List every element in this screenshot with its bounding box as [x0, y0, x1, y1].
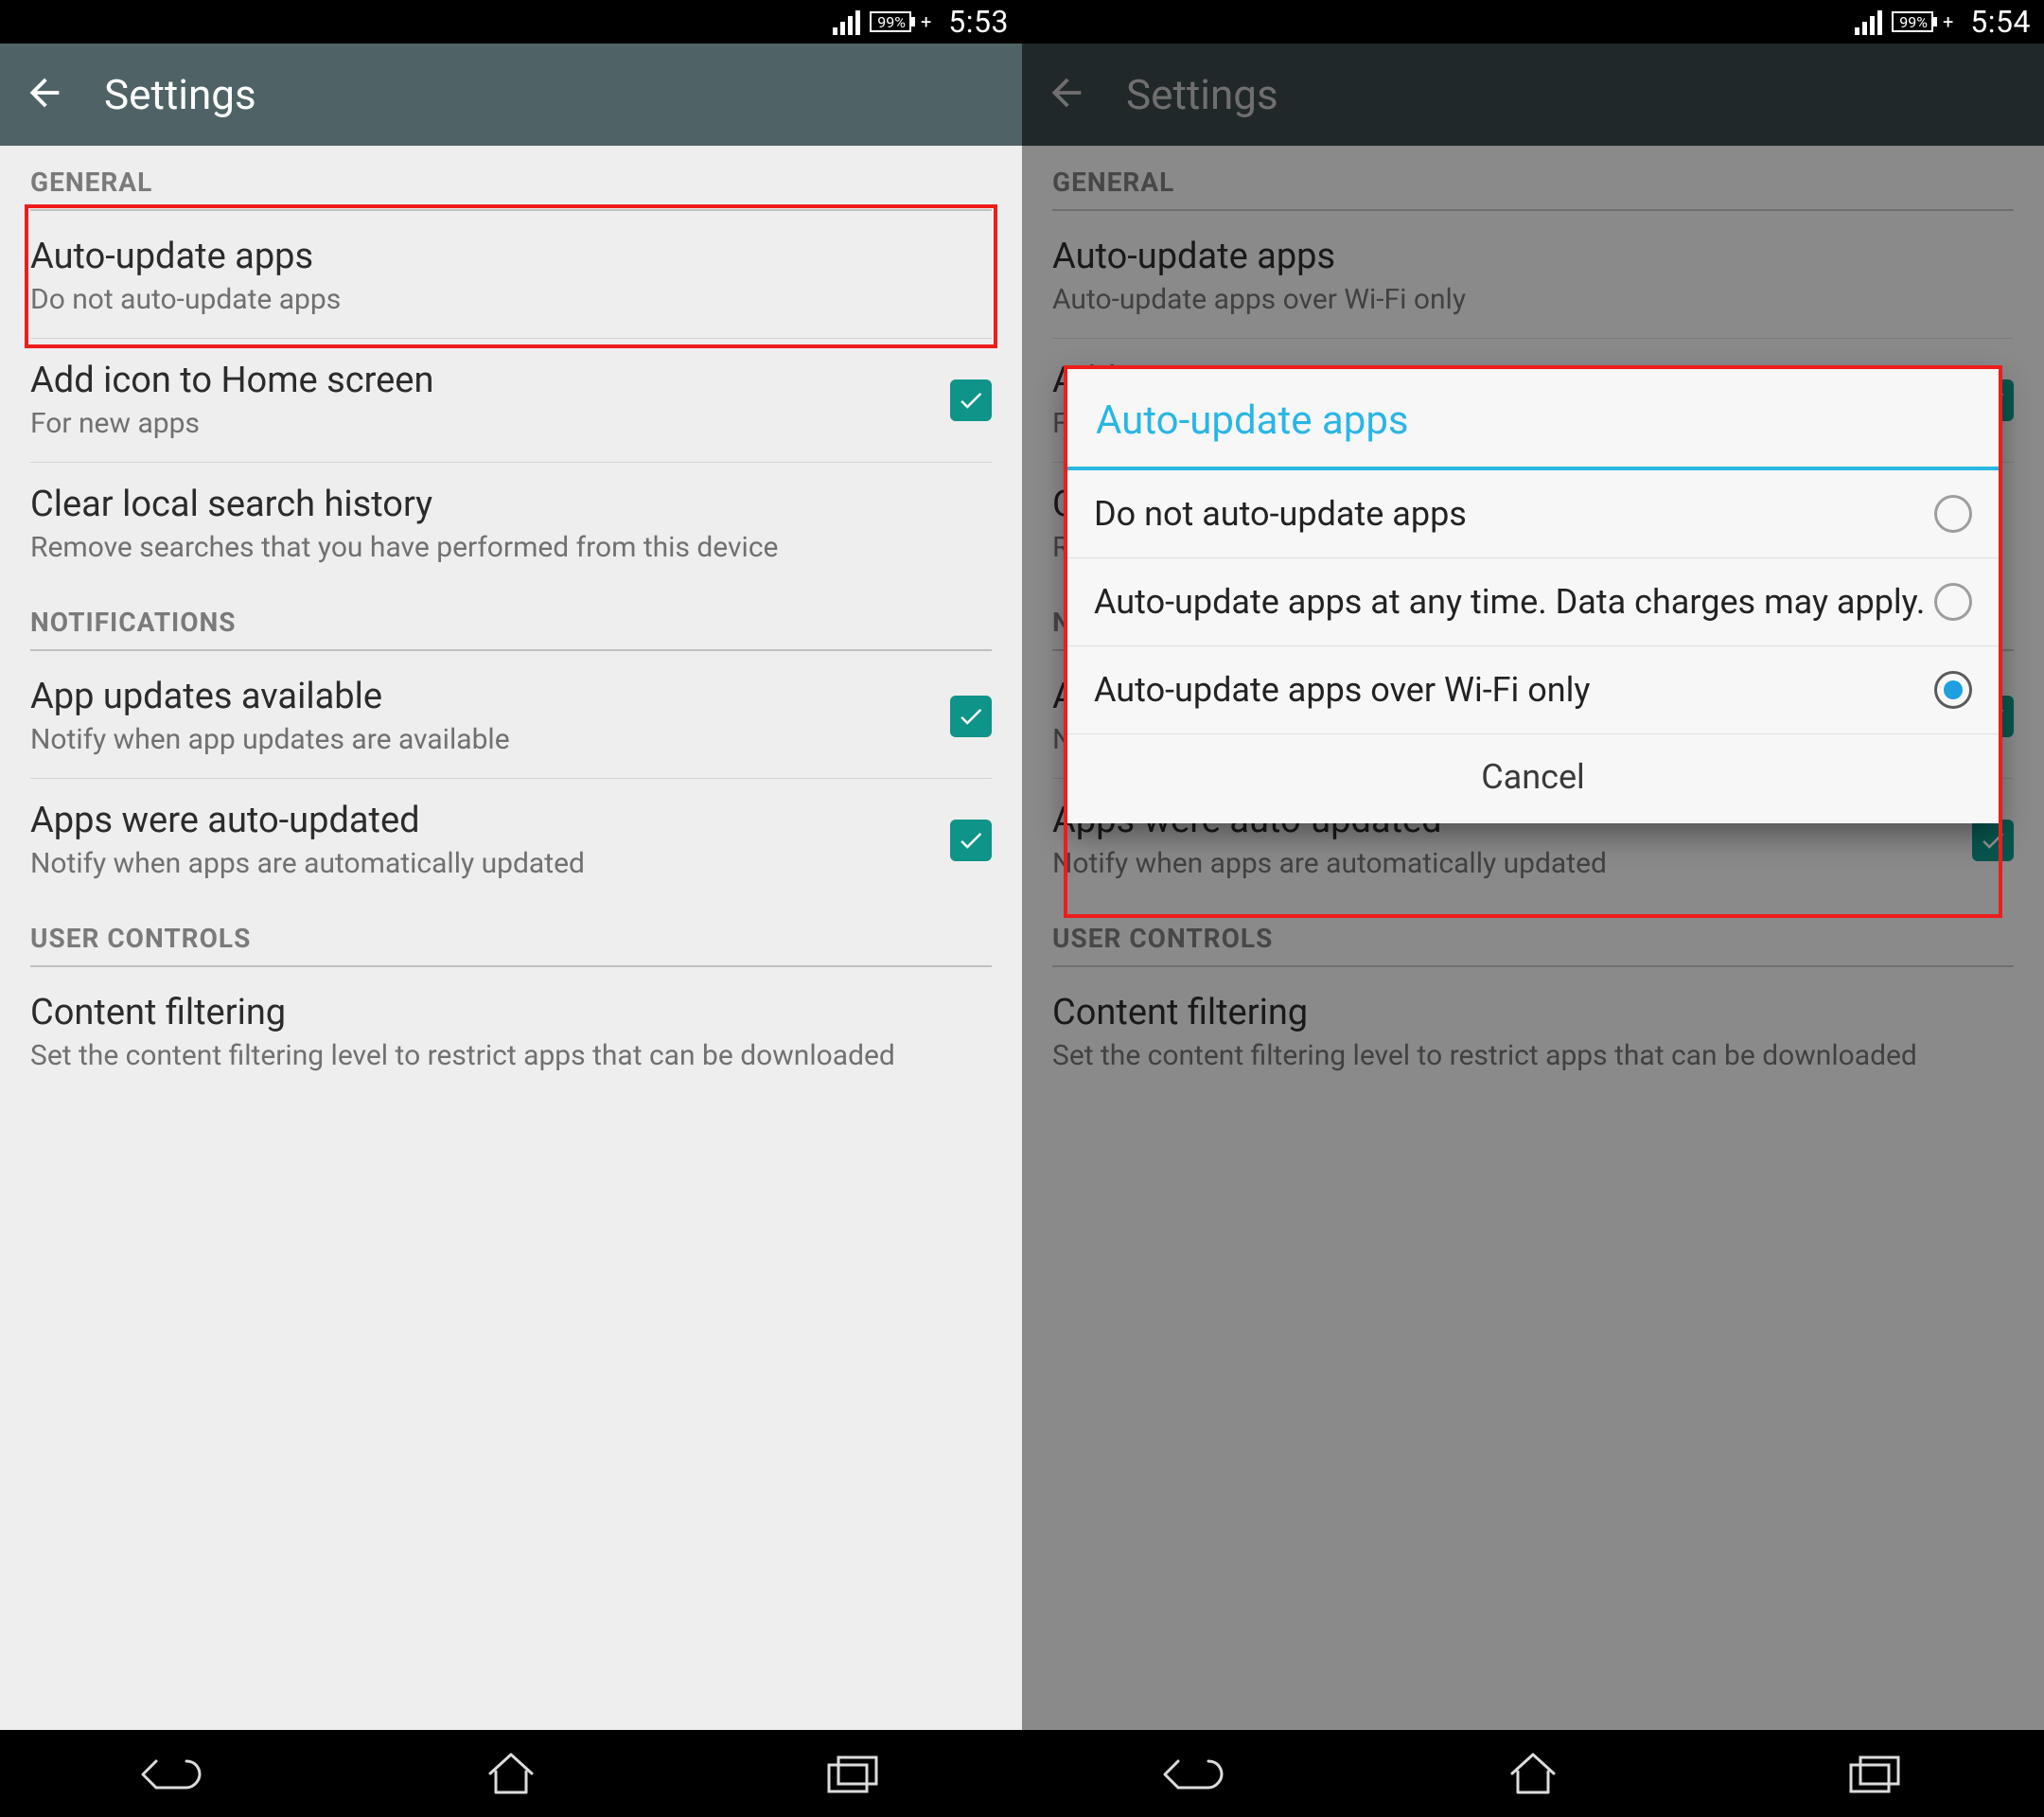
- row-title: App updates available: [30, 676, 927, 717]
- signal-icon: [1855, 9, 1882, 35]
- dialog-option-label: Auto-update apps over Wi-Fi only: [1094, 669, 1934, 711]
- navigation-bar: [1022, 1730, 2044, 1817]
- phone-screen-left: 99% + 5:53 Settings GENERAL Auto-update …: [0, 0, 1022, 1817]
- checkbox-checked-icon[interactable]: [950, 379, 992, 421]
- checkbox-checked-icon[interactable]: [950, 820, 992, 861]
- radio-unchecked-icon[interactable]: [1934, 583, 1972, 621]
- battery-charging-icon: +: [1943, 12, 1953, 31]
- dialog-title: Auto-update apps: [1096, 397, 1970, 444]
- section-header-notifications: NOTIFICATIONS: [0, 586, 1022, 649]
- nav-home-icon[interactable]: [1476, 1745, 1590, 1802]
- dialog-option-0[interactable]: Do not auto-update apps: [1067, 470, 1999, 558]
- app-bar: Settings: [0, 44, 1022, 146]
- divider: [30, 649, 992, 651]
- page-title: Settings: [104, 70, 256, 119]
- dialog-option-label: Do not auto-update apps: [1094, 493, 1934, 535]
- modal-scrim[interactable]: [1022, 44, 2044, 1730]
- row-apps-auto-updated[interactable]: Apps were auto-updated Notify when apps …: [0, 779, 1022, 902]
- row-subtitle: Notify when apps are automatically updat…: [30, 847, 927, 881]
- row-subtitle: Remove searches that you have performed …: [30, 531, 992, 565]
- row-title: Add icon to Home screen: [30, 360, 927, 401]
- dialog-cancel-button[interactable]: Cancel: [1067, 734, 1999, 823]
- row-subtitle: Notify when app updates are available: [30, 723, 927, 757]
- battery-icon: 99% +: [870, 11, 931, 32]
- section-header-general: GENERAL: [0, 146, 1022, 209]
- row-auto-update[interactable]: Auto-update apps Do not auto-update apps: [0, 215, 1022, 338]
- battery-level: 99%: [877, 13, 906, 31]
- row-subtitle: Set the content filtering level to restr…: [30, 1039, 992, 1073]
- dialog-option-label: Auto-update apps at any time. Data charg…: [1094, 581, 1934, 623]
- row-clear-search-history[interactable]: Clear local search history Remove search…: [0, 463, 1022, 586]
- row-add-icon-home[interactable]: Add icon to Home screen For new apps: [0, 339, 1022, 462]
- dialog-option-1[interactable]: Auto-update apps at any time. Data charg…: [1067, 558, 1999, 646]
- row-subtitle: For new apps: [30, 407, 927, 441]
- radio-checked-icon[interactable]: [1934, 671, 1972, 709]
- signal-icon: [833, 9, 860, 35]
- row-app-updates-available[interactable]: App updates available Notify when app up…: [0, 655, 1022, 778]
- battery-icon: 99% +: [1892, 11, 1953, 32]
- radio-unchecked-icon[interactable]: [1934, 495, 1972, 533]
- divider: [30, 965, 992, 967]
- clock: 5:54: [1970, 4, 2031, 40]
- row-title: Apps were auto-updated: [30, 800, 927, 841]
- row-title: Clear local search history: [30, 484, 992, 525]
- phone-screen-right: 99% + 5:54 Settings GENERAL Auto-update …: [1022, 0, 2044, 1817]
- nav-home-icon[interactable]: [454, 1745, 568, 1802]
- nav-recent-icon[interactable]: [1817, 1745, 1930, 1802]
- navigation-bar: [0, 1730, 1022, 1817]
- row-subtitle: Do not auto-update apps: [30, 283, 992, 317]
- battery-level: 99%: [1899, 13, 1928, 31]
- back-icon[interactable]: [23, 71, 66, 118]
- row-title: Content filtering: [30, 992, 992, 1033]
- nav-recent-icon[interactable]: [795, 1745, 908, 1802]
- section-header-user-controls: USER CONTROLS: [0, 902, 1022, 965]
- row-content-filtering[interactable]: Content filtering Set the content filter…: [0, 971, 1022, 1094]
- auto-update-dialog: Auto-update apps Do not auto-update apps…: [1067, 369, 1999, 823]
- checkbox-checked-icon[interactable]: [950, 696, 992, 737]
- row-title: Auto-update apps: [30, 236, 992, 277]
- battery-charging-icon: +: [921, 12, 931, 31]
- divider: [30, 209, 992, 211]
- dialog-option-2[interactable]: Auto-update apps over Wi-Fi only: [1067, 646, 1999, 734]
- clock: 5:53: [948, 4, 1009, 40]
- status-bar: 99% + 5:54: [1022, 0, 2044, 44]
- settings-list: GENERAL Auto-update apps Do not auto-upd…: [0, 146, 1022, 1730]
- status-bar: 99% + 5:53: [0, 0, 1022, 44]
- nav-back-icon[interactable]: [114, 1745, 227, 1802]
- nav-back-icon[interactable]: [1136, 1745, 1249, 1802]
